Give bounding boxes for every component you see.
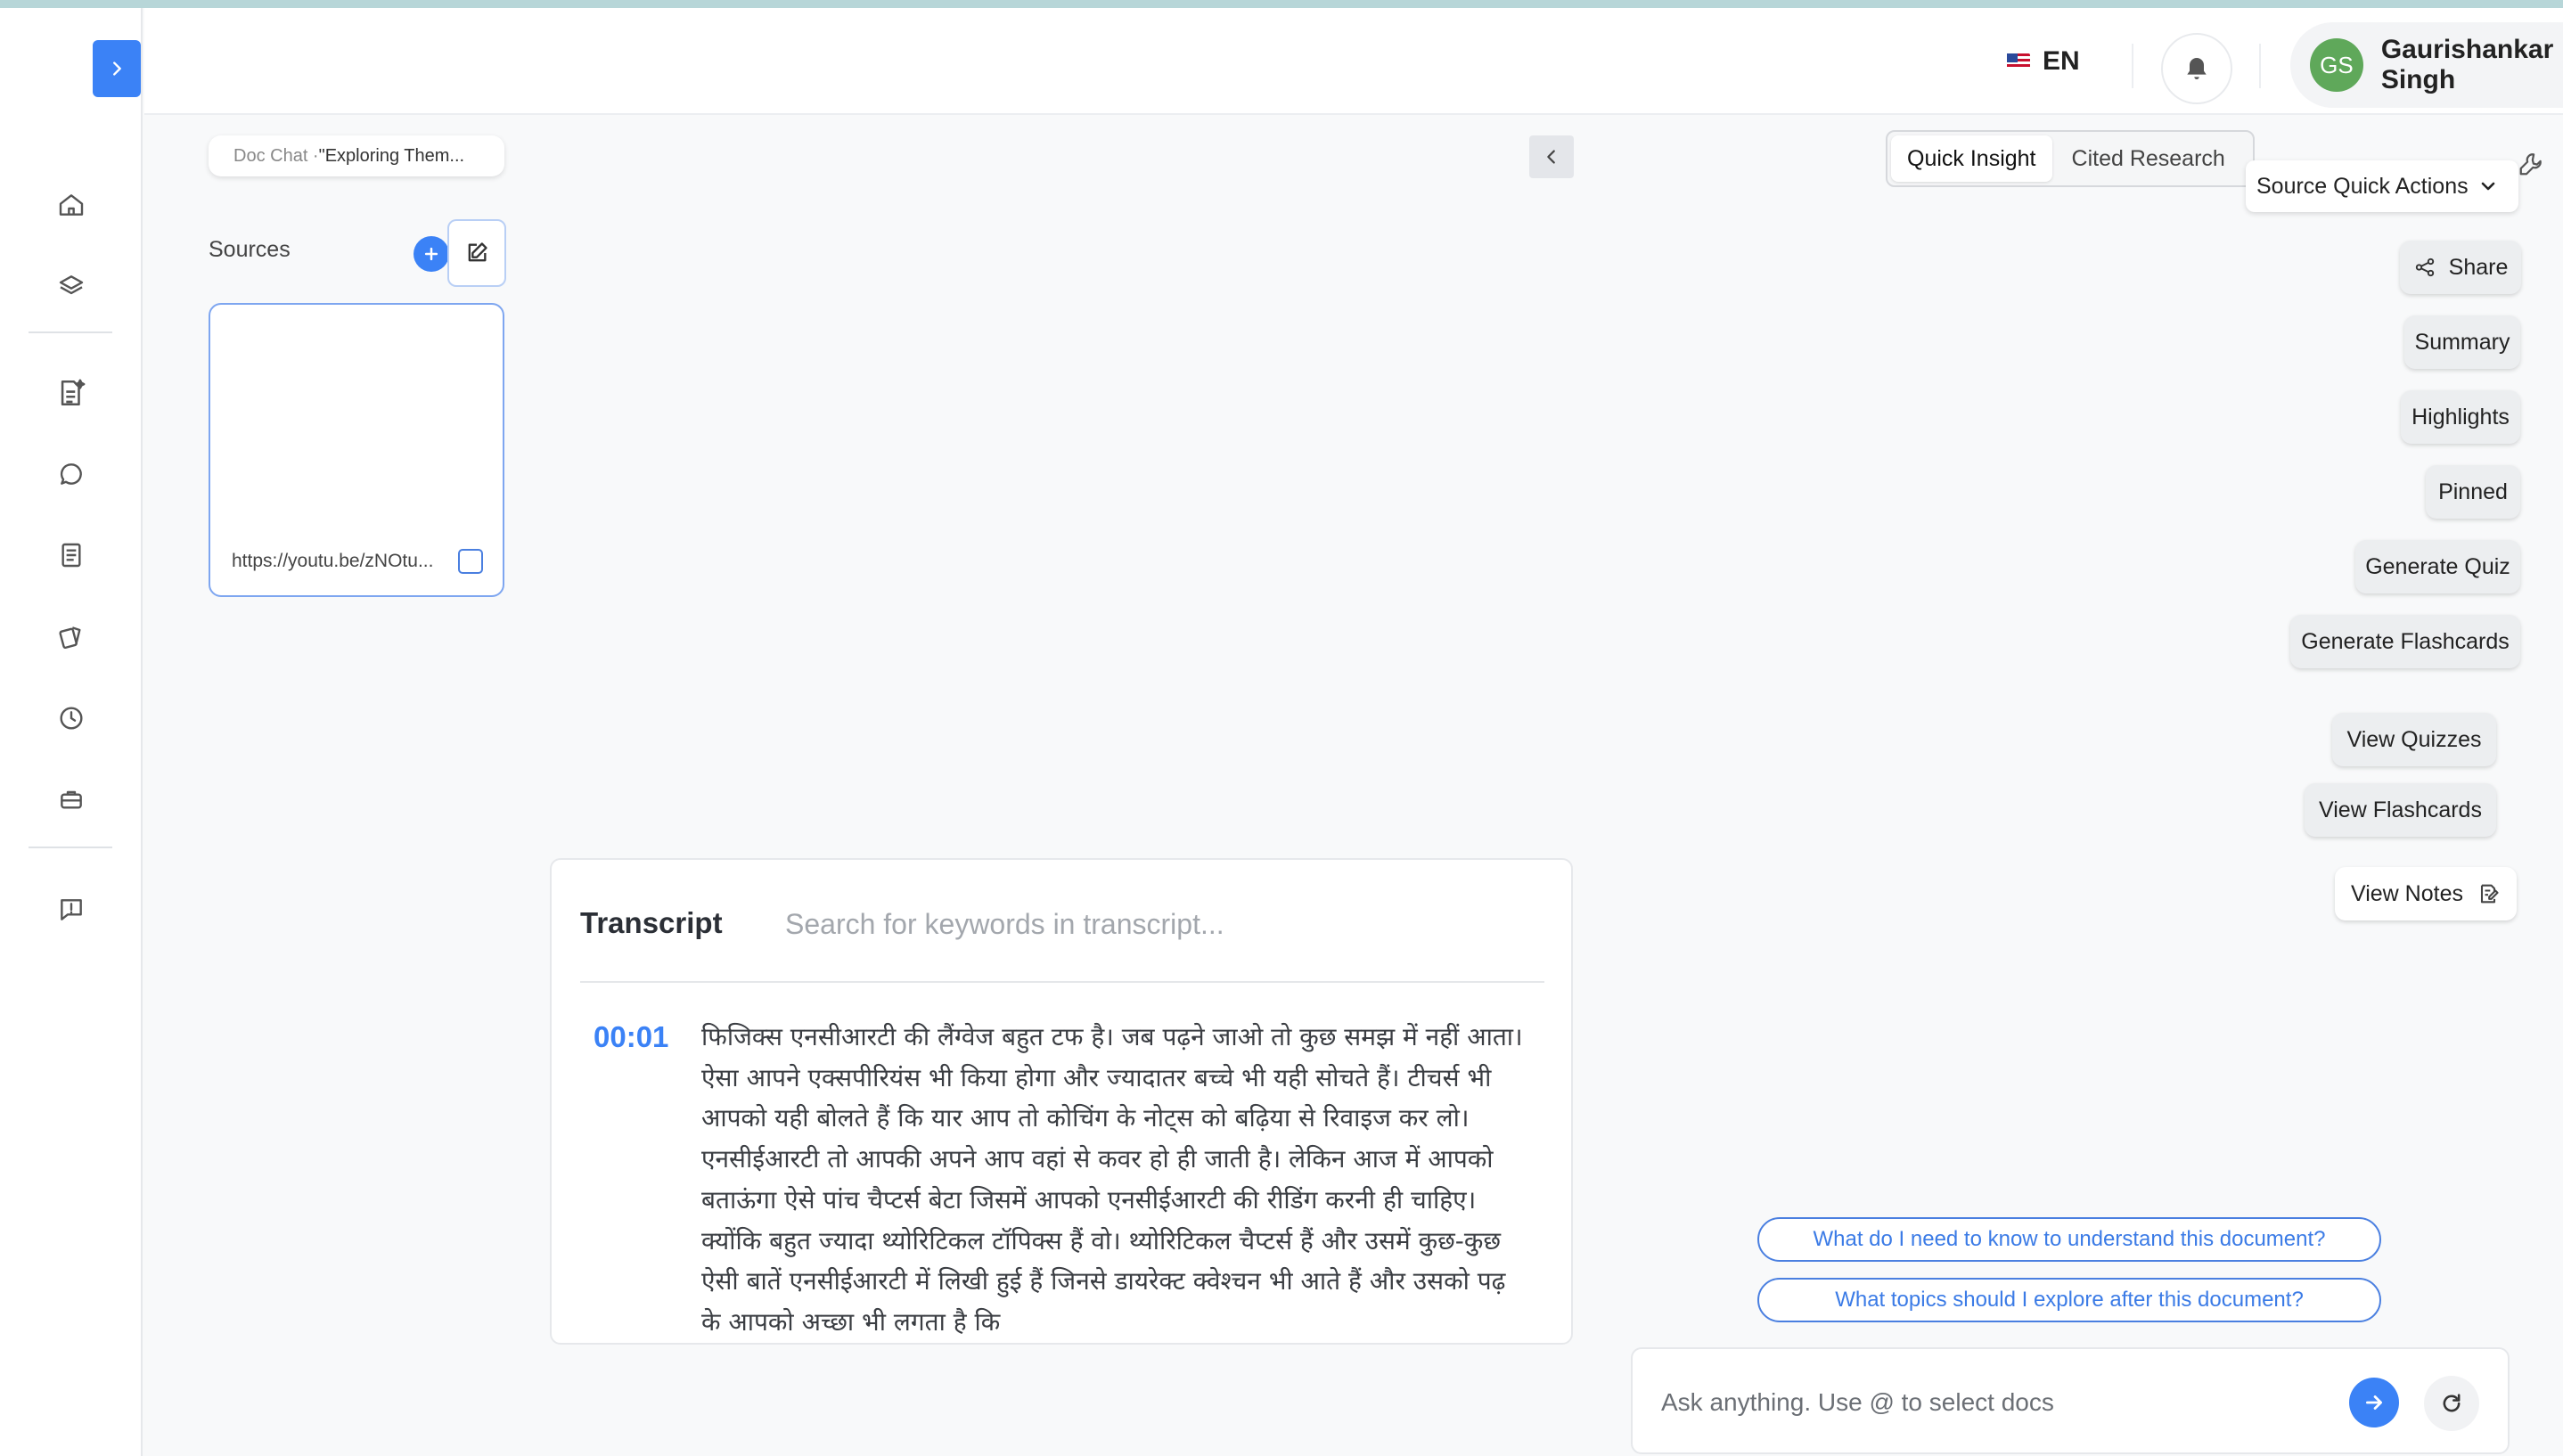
left-sidebar	[0, 8, 143, 1456]
refresh-icon	[2443, 1394, 2461, 1412]
view-quizzes-button[interactable]: View Quizzes	[2332, 713, 2496, 766]
share-button[interactable]: Share	[2400, 241, 2521, 294]
edit-icon	[468, 242, 487, 262]
view-quizzes-label: View Quizzes	[2346, 726, 2482, 752]
refresh-button[interactable]	[2424, 1376, 2479, 1431]
transcript-timestamp[interactable]: 00:01	[594, 1020, 668, 1054]
language-selector[interactable]: EN	[2007, 44, 2080, 79]
sidebar-divider	[29, 331, 112, 333]
transcript-title: Transcript	[580, 906, 723, 939]
transcript-divider	[580, 981, 1544, 983]
home-icon	[59, 194, 84, 216]
transcript-search-input[interactable]	[785, 904, 1543, 944]
notifications-button[interactable]	[2161, 33, 2232, 104]
sources-heading: Sources	[209, 237, 291, 262]
sidebar-divider	[29, 847, 112, 848]
sidebar-expand-button[interactable]	[93, 40, 141, 97]
sidebar-item-workspace[interactable]	[52, 780, 91, 819]
briefcase-icon	[61, 790, 82, 809]
sidebar-item-chat[interactable]	[52, 454, 91, 494]
plus-icon	[424, 247, 438, 261]
highlights-button[interactable]: Highlights	[2401, 390, 2520, 444]
arrow-right-icon	[2366, 1395, 2382, 1410]
transcript-panel: Transcript 00:01 फिजिक्स एनसीआरटी की लैं…	[550, 858, 1573, 1345]
suggestion-chip[interactable]: What do I need to know to understand thi…	[1757, 1217, 2381, 1262]
top-accent-strip	[0, 0, 2563, 8]
generate-quiz-label: Generate Quiz	[2365, 553, 2510, 579]
user-name: Gaurishankar Singh	[2380, 35, 2554, 94]
breadcrumb-title: "Exploring Them...	[318, 145, 465, 166]
language-label: EN	[2043, 46, 2080, 76]
sidebar-item-ai-document[interactable]	[52, 373, 91, 413]
collapse-panel-button[interactable]	[1529, 135, 1574, 178]
sidebar-item-notes[interactable]	[52, 536, 91, 575]
layers-icon	[59, 275, 84, 295]
highlights-label: Highlights	[2412, 404, 2510, 429]
chat-icon	[61, 463, 82, 485]
sidebar-item-home[interactable]	[52, 185, 91, 225]
user-menu-button[interactable]: GS Gaurishankar Singh	[2290, 22, 2563, 108]
suggestion-chip[interactable]: What topics should I explore after this …	[1757, 1278, 2381, 1322]
summary-label: Summary	[2414, 329, 2510, 355]
send-button[interactable]	[2349, 1378, 2399, 1427]
ask-input[interactable]	[1661, 1383, 2338, 1422]
feedback-icon	[61, 899, 82, 920]
sidebar-item-history[interactable]	[52, 699, 91, 738]
view-flashcards-label: View Flashcards	[2319, 797, 2482, 822]
tab-quick-insight[interactable]: Quick Insight	[1891, 135, 2052, 182]
chevron-left-icon	[1547, 150, 1555, 164]
sidebar-item-layers[interactable]	[52, 266, 91, 306]
notes-edit-icon	[2480, 884, 2499, 904]
edit-sources-button[interactable]	[447, 219, 506, 287]
notes-icon	[61, 543, 81, 568]
avatar: GS	[2310, 38, 2363, 92]
sidebar-item-flashcards[interactable]	[52, 618, 91, 657]
header-divider	[2259, 44, 2261, 88]
mode-toggle: Quick Insight Cited Research	[1886, 130, 2255, 187]
share-label: Share	[2448, 254, 2509, 280]
source-url: https://youtu.be/zNOtu...	[232, 551, 434, 571]
sidebar-item-feedback[interactable]	[52, 890, 91, 929]
transcript-text: फिजिक्स एनसीआरटी की लैंग्वेज बहुत टफ है।…	[701, 1022, 1523, 1337]
source-select-checkbox[interactable]	[458, 549, 483, 574]
bell-icon	[2187, 58, 2207, 79]
chevron-down-icon	[2481, 182, 2494, 191]
top-header: EN GS Gaurishankar Singh	[144, 8, 2563, 115]
view-notes-button[interactable]: View Notes	[2335, 867, 2517, 920]
generate-quiz-button[interactable]: Generate Quiz	[2355, 540, 2520, 593]
share-icon	[2415, 258, 2434, 277]
cards-icon	[59, 626, 81, 649]
breadcrumb[interactable]: Doc Chat · "Exploring Them...	[209, 135, 504, 176]
history-icon	[60, 707, 83, 730]
ai-document-icon	[61, 379, 86, 406]
breadcrumb-prefix: Doc Chat ·	[233, 145, 319, 166]
summary-button[interactable]: Summary	[2404, 315, 2520, 369]
tab-cited-research[interactable]: Cited Research	[2056, 135, 2241, 182]
tools-button[interactable]	[2515, 148, 2547, 180]
generate-flashcards-button[interactable]: Generate Flashcards	[2290, 615, 2520, 668]
chat-composer	[1631, 1347, 2510, 1454]
pinned-button[interactable]: Pinned	[2426, 465, 2520, 519]
view-notes-label: View Notes	[2351, 880, 2463, 906]
pinned-label: Pinned	[2438, 479, 2508, 504]
us-flag-icon	[2007, 53, 2030, 70]
add-source-button[interactable]	[414, 236, 449, 272]
view-flashcards-button[interactable]: View Flashcards	[2305, 783, 2496, 837]
source-quick-actions-dropdown[interactable]: Source Quick Actions	[2246, 160, 2518, 212]
source-quick-actions-label: Source Quick Actions	[2256, 173, 2469, 199]
header-divider	[2132, 44, 2133, 88]
generate-flashcards-label: Generate Flashcards	[2301, 628, 2510, 654]
source-card[interactable]: https://youtu.be/zNOtu...	[209, 303, 504, 597]
chevron-right-icon	[113, 61, 121, 76]
wrench-icon	[2519, 153, 2542, 176]
